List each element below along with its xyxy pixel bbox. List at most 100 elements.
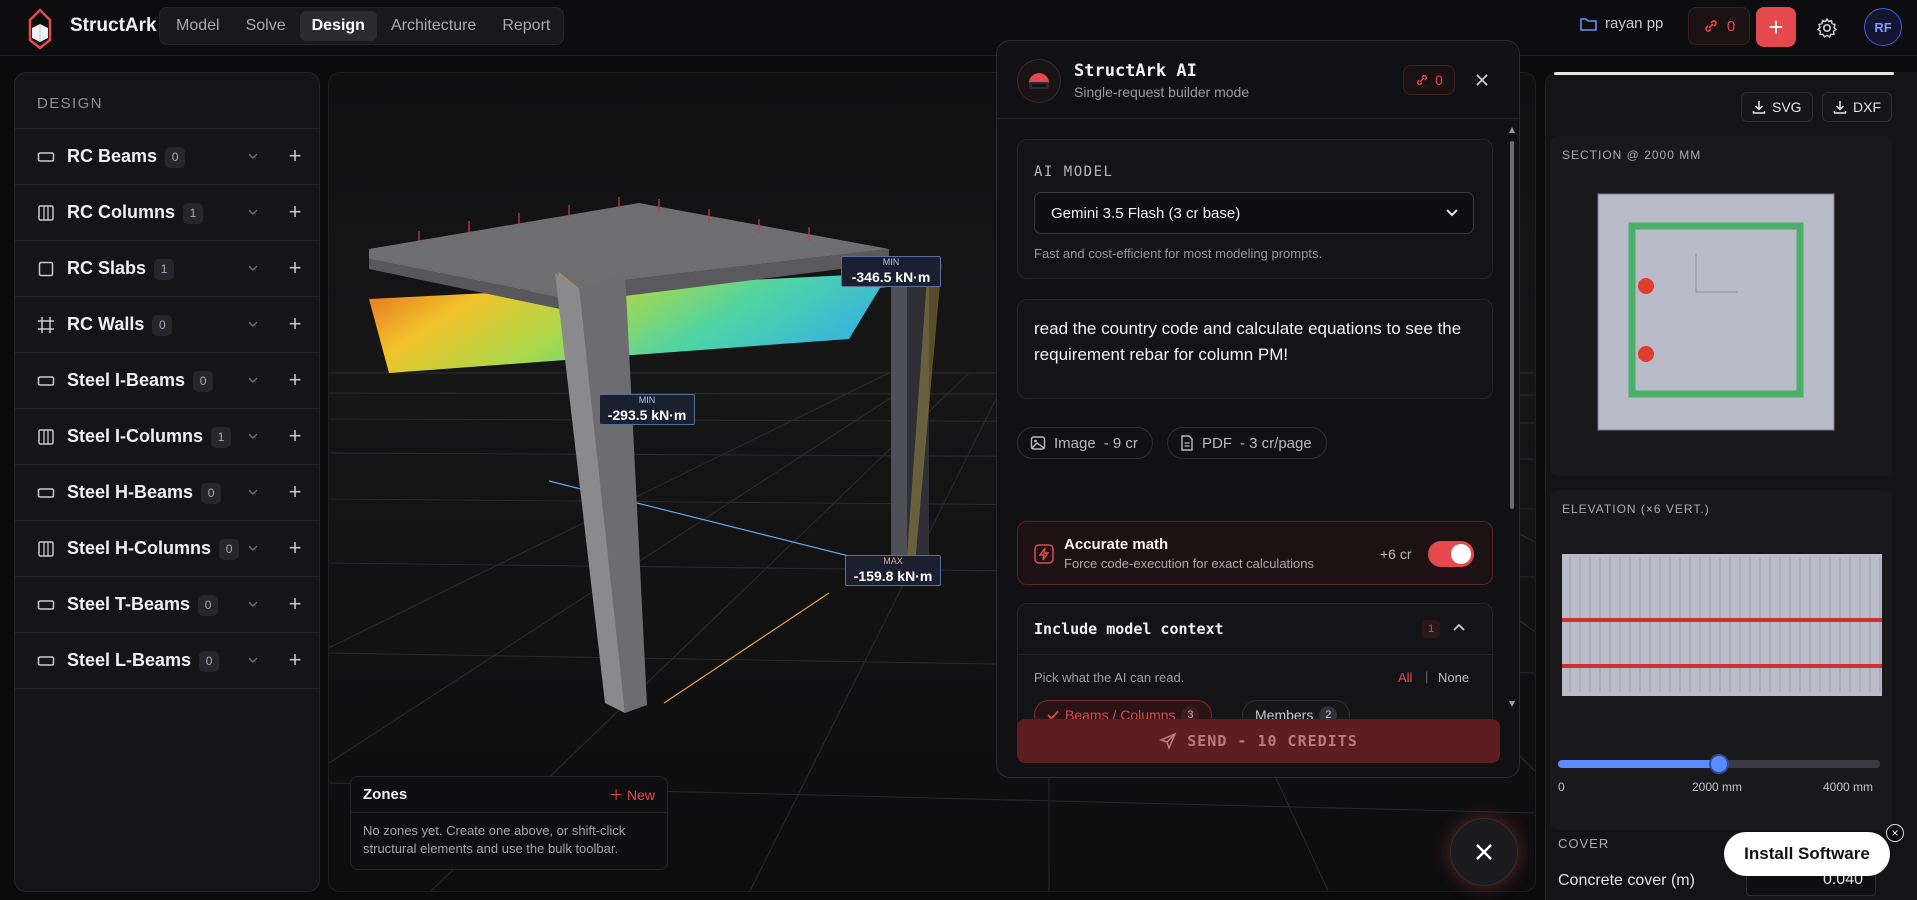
sidebar-item-count: 0 xyxy=(199,650,220,672)
moment-label: MAX -159.8 kN·m xyxy=(845,555,941,586)
close-ai-fab[interactable] xyxy=(1450,818,1518,886)
sidebar-item-text: RC Beams xyxy=(67,146,158,166)
add-item-button[interactable]: + xyxy=(285,424,305,448)
chevron-down-icon[interactable] xyxy=(245,370,261,390)
sidebar-item-count: 0 xyxy=(198,594,219,616)
project-selector[interactable]: rayan pp xyxy=(1580,15,1663,32)
model-context-title[interactable]: Include model context xyxy=(1034,620,1224,638)
tab-model[interactable]: Model xyxy=(164,11,232,41)
tab-design[interactable]: Design xyxy=(299,11,377,41)
add-item-button[interactable]: + xyxy=(285,536,305,560)
ai-panel-subtitle: Single-request builder mode xyxy=(1074,84,1250,100)
sidebar-item-text: Steel T-Beams xyxy=(67,594,191,614)
app-name: StructArk xyxy=(70,15,157,36)
tab-report[interactable]: Report xyxy=(490,11,562,41)
sidebar-item-rc-beams[interactable]: RC Beams 0 + xyxy=(15,129,319,185)
model-select[interactable]: Gemini 3.5 Flash (3 cr base) xyxy=(1034,192,1474,234)
sidebar-item-steel-l-beams[interactable]: Steel L-Beams 0 + xyxy=(15,633,319,689)
chevron-down-icon[interactable] xyxy=(245,202,261,222)
add-item-button[interactable]: + xyxy=(285,648,305,672)
sidebar-item-count: 1 xyxy=(154,258,175,280)
sidebar-item-rc-columns[interactable]: RC Columns 1 + xyxy=(15,185,319,241)
export-dxf-button[interactable]: DXF xyxy=(1822,92,1892,122)
add-item-button[interactable]: + xyxy=(285,312,305,336)
prompt-text: read the country code and calculate equa… xyxy=(1034,319,1462,364)
ai-avatar xyxy=(1017,59,1061,103)
chevron-down-icon[interactable] xyxy=(245,482,261,502)
install-close-button[interactable]: × xyxy=(1886,824,1904,842)
sidebar-item-steel-h-beams[interactable]: Steel H-Beams 0 + xyxy=(15,465,319,521)
avatar[interactable]: RF xyxy=(1864,8,1902,46)
select-all-link[interactable]: All xyxy=(1398,670,1412,685)
credits-pill[interactable]: 0 xyxy=(1688,7,1750,45)
add-item-button[interactable]: + xyxy=(285,592,305,616)
add-item-button[interactable]: + xyxy=(285,256,305,280)
model-card: AI MODEL Gemini 3.5 Flash (3 cr base) Fa… xyxy=(1017,139,1493,279)
sidebar-item-steel-h-columns[interactable]: Steel H-Columns 0 + xyxy=(15,521,319,577)
section-drawing xyxy=(1597,193,1835,431)
sidebar-item-steel-i-beams[interactable]: Steel I-Beams 0 + xyxy=(15,353,319,409)
gear-icon xyxy=(1816,17,1838,39)
panel-scrollbar[interactable] xyxy=(1509,127,1515,707)
moment-label: MIN -293.5 kN·m xyxy=(599,394,695,425)
sidebar-item-count: 0 xyxy=(165,146,186,168)
position-slider-fill xyxy=(1558,760,1719,768)
add-item-button[interactable]: + xyxy=(285,368,305,392)
sidebar-item-steel-t-beams[interactable]: Steel T-Beams 0 + xyxy=(15,577,319,633)
prompt-input[interactable]: read the country code and calculate equa… xyxy=(1017,299,1493,399)
slider-min-label: 0 xyxy=(1558,780,1565,794)
attach-pdf-button[interactable]: PDF - 3 cr/page xyxy=(1167,427,1327,459)
close-icon[interactable] xyxy=(1469,67,1495,93)
select-none-link[interactable]: None xyxy=(1438,670,1469,685)
sidebar-item-rc-slabs[interactable]: RC Slabs 1 + xyxy=(15,241,319,297)
sidebar-item-label: Steel T-Beams 0 xyxy=(67,594,219,616)
chevron-up-icon[interactable] xyxy=(1450,618,1468,638)
add-item-button[interactable]: + xyxy=(285,144,305,168)
chevron-down-icon[interactable] xyxy=(245,426,261,446)
sidebar-item-steel-i-columns[interactable]: Steel I-Columns 1 + xyxy=(15,409,319,465)
moment-kind: MIN xyxy=(638,395,656,405)
zones-empty-text: No zones yet. Create one above, or shift… xyxy=(363,823,626,856)
send-label: SEND - 10 CREDITS xyxy=(1187,732,1358,750)
new-zone-button[interactable]: ＋ New xyxy=(609,785,655,805)
position-slider-knob[interactable] xyxy=(1709,754,1729,774)
moment-value: -159.8 kN·m xyxy=(853,568,933,584)
attach-image-button[interactable]: Image - 9 cr xyxy=(1017,427,1153,459)
add-item-button[interactable]: + xyxy=(285,200,305,224)
install-software-button[interactable]: Install Software xyxy=(1724,832,1890,876)
sidebar-item-count: 1 xyxy=(183,202,203,224)
download-icon xyxy=(1833,101,1847,114)
send-button[interactable]: SEND - 10 CREDITS xyxy=(1017,719,1500,763)
ai-panel-header: StructArk AI Single-request builder mode… xyxy=(997,41,1519,119)
tab-architecture[interactable]: Architecture xyxy=(379,11,488,41)
ai-panel-body[interactable]: AI MODEL Gemini 3.5 Flash (3 cr base) Fa… xyxy=(997,119,1519,739)
add-button[interactable]: + xyxy=(1756,7,1796,47)
chevron-down-icon[interactable] xyxy=(245,314,261,334)
document-icon xyxy=(1181,435,1193,451)
accurate-math-toggle[interactable] xyxy=(1428,541,1474,567)
zones-title: Zones xyxy=(363,786,408,803)
beam-icon xyxy=(37,656,55,666)
export-svg-label: SVG xyxy=(1772,99,1802,115)
chevron-down-icon[interactable] xyxy=(245,650,261,670)
sidebar-item-label: RC Beams 0 xyxy=(67,146,186,168)
top-bar: StructArk Model Solve Design Architectur… xyxy=(0,0,1917,56)
ai-credits-pill[interactable]: 0 xyxy=(1403,65,1455,95)
sidebar-item-text: Steel L-Beams xyxy=(67,650,192,670)
cover-title: COVER xyxy=(1558,836,1610,851)
chevron-down-icon[interactable] xyxy=(245,258,261,278)
model-select-value: Gemini 3.5 Flash (3 cr base) xyxy=(1051,204,1241,222)
chevron-down-icon[interactable] xyxy=(245,538,261,558)
select-separator: | xyxy=(1425,669,1429,684)
link-icon xyxy=(1417,74,1428,86)
export-svg-button[interactable]: SVG xyxy=(1741,92,1813,122)
sidebar-item-count: 1 xyxy=(211,426,232,448)
design-sidebar: DESIGN RC Beams 0 + RC Columns 1 + RC Slabs 1 + R… xyxy=(14,72,320,892)
chevron-down-icon[interactable] xyxy=(245,146,261,166)
sidebar-item-rc-walls[interactable]: RC Walls 0 + xyxy=(15,297,319,353)
tab-solve[interactable]: Solve xyxy=(234,11,298,41)
add-item-button[interactable]: + xyxy=(285,480,305,504)
model-context-question: Pick what the AI can read. xyxy=(1034,670,1185,685)
settings-button[interactable] xyxy=(1810,11,1844,45)
chevron-down-icon[interactable] xyxy=(245,594,261,614)
